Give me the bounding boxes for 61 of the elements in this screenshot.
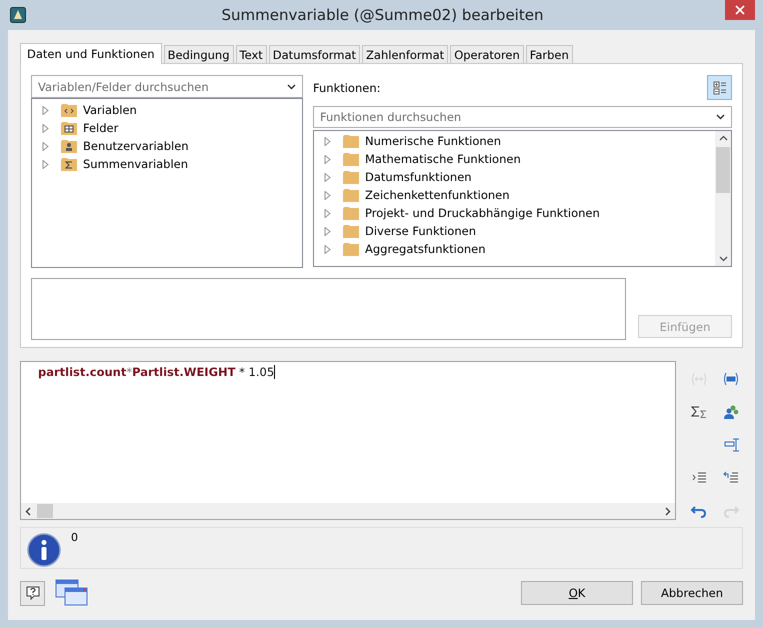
tree-item[interactable]: Benutzervariablen	[32, 137, 302, 155]
parentheses-icon	[722, 371, 740, 387]
scroll-thumb[interactable]	[37, 504, 53, 518]
variables-search-field[interactable]: Variablen/Felder durchsuchen	[31, 75, 303, 98]
wrap-icon	[722, 437, 740, 453]
folder-icon	[343, 224, 359, 238]
sigma-icon	[690, 404, 708, 420]
tree-view-toggle[interactable]	[707, 75, 732, 100]
list-tree-icon	[712, 80, 726, 94]
formula-input[interactable]: partlist.count*Partlist.WEIGHT * 1.05	[21, 362, 675, 503]
scroll-thumb[interactable]	[716, 147, 730, 193]
functions-label: Funktionen:	[313, 80, 380, 94]
result-value: 0	[71, 531, 78, 544]
functions-search-field[interactable]: Funktionen durchsuchen	[313, 106, 732, 128]
tree-item[interactable]: Projekt- und Druckabhängige Funktionen	[314, 204, 715, 222]
tab[interactable]: Operatoren	[450, 45, 524, 63]
vertical-scrollbar[interactable]	[715, 131, 731, 266]
window-title: Summenvariable (@Summe02) bearbeiten	[220, 6, 544, 24]
table-folder-icon	[61, 122, 77, 134]
tree-item[interactable]: Diverse Funktionen	[314, 222, 715, 240]
tab[interactable]: Farben	[526, 45, 573, 63]
code-folder-icon	[61, 104, 77, 116]
chevron-down-icon	[716, 114, 725, 120]
tab[interactable]: Zahlenformat	[362, 45, 448, 63]
ok-button[interactable]: OK	[521, 581, 633, 605]
help-button[interactable]	[20, 580, 45, 606]
brackets-icon	[690, 371, 708, 387]
tree-item[interactable]: Zeichenkettenfunktionen	[314, 186, 715, 204]
sigma-folder-icon	[61, 158, 77, 170]
app-icon	[10, 7, 26, 23]
folder-icon	[343, 242, 359, 256]
scroll-left-icon[interactable]	[25, 506, 31, 516]
close-button[interactable]	[725, 0, 755, 20]
folder-icon	[343, 188, 359, 202]
tree-item[interactable]: Numerische Funktionen	[314, 132, 715, 150]
tree-item[interactable]: Aggregatsfunktionen	[314, 240, 715, 258]
scroll-right-icon[interactable]	[665, 506, 671, 516]
tab[interactable]: Datumsformat	[268, 45, 360, 63]
tree-item[interactable]: Felder	[32, 119, 302, 137]
person-folder-icon	[61, 140, 77, 152]
tree-item[interactable]: Mathematische Funktionen	[314, 150, 715, 168]
windows-icon[interactable]	[55, 579, 89, 607]
tab[interactable]: Daten und Funktionen	[20, 43, 162, 64]
folder-icon	[343, 134, 359, 148]
info-icon	[27, 533, 61, 567]
close-icon	[735, 5, 745, 15]
tab[interactable]: Text	[236, 45, 267, 63]
scroll-down-icon[interactable]	[718, 256, 728, 262]
tree-item[interactable]: Variablen	[32, 101, 302, 119]
tree-item[interactable]: Summenvariablen	[32, 155, 302, 173]
scroll-up-icon[interactable]	[718, 135, 728, 141]
cancel-button[interactable]: Abbrechen	[641, 581, 743, 605]
help-icon	[24, 585, 40, 601]
folder-icon	[343, 170, 359, 184]
horizontal-scrollbar[interactable]	[21, 503, 675, 519]
folder-icon	[343, 152, 359, 166]
folder-icon	[343, 206, 359, 220]
tree-item[interactable]: Datumsfunktionen	[314, 168, 715, 186]
tab[interactable]: Bedingung	[164, 45, 234, 63]
people-icon	[722, 404, 740, 420]
chevron-down-icon	[287, 84, 296, 90]
